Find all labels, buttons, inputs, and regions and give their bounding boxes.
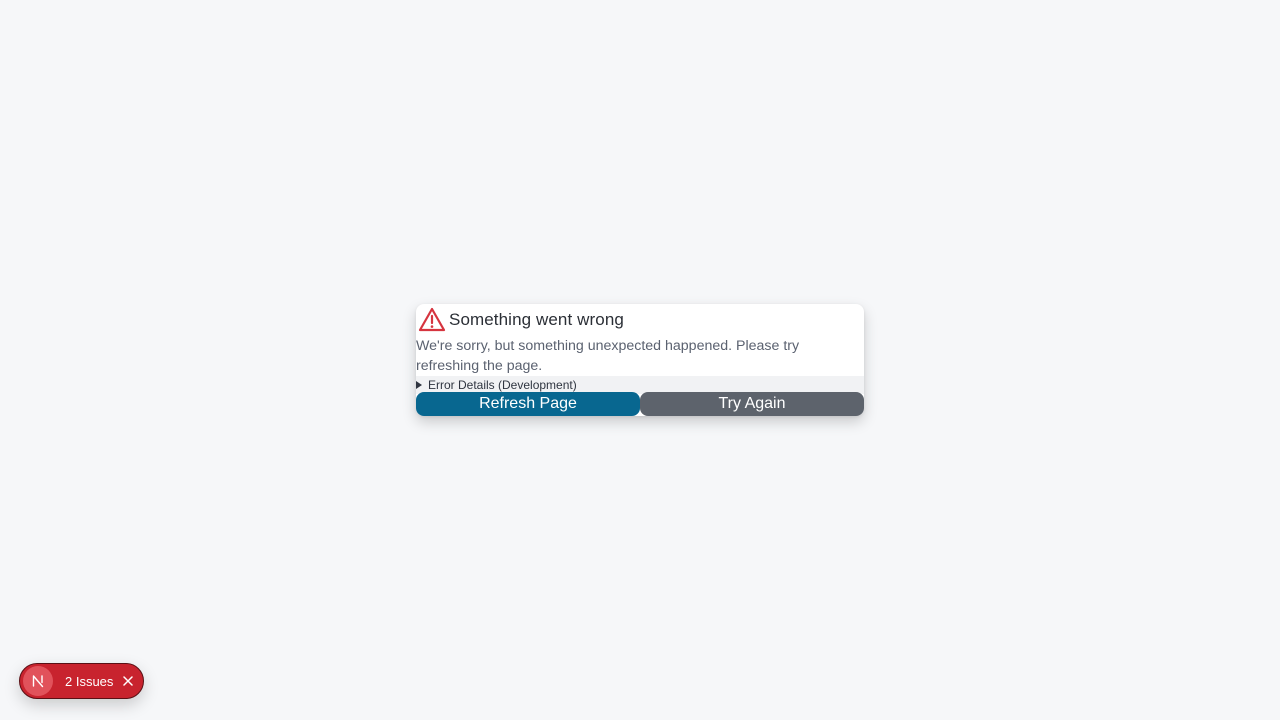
refresh-page-button[interactable]: Refresh Page [416,392,640,416]
issues-count[interactable]: 2 Issues [65,674,113,689]
close-icon[interactable] [121,674,135,688]
error-header: Something went wrong [418,306,624,334]
try-again-button[interactable]: Try Again [640,392,864,416]
nextjs-n-glyph-icon [32,675,44,688]
expand-triangle-icon [416,381,422,389]
error-title: Something went wrong [449,310,624,329]
error-message: We're sorry, but something unexpected ha… [416,338,800,374]
error-details-label: Error Details (Development) [428,378,577,392]
error-card: Something went wrong We're sorry, but so… [416,304,864,416]
warning-triangle-icon [418,307,446,332]
issues-indicator[interactable]: 2 Issues [19,663,144,699]
nextjs-logo-icon[interactable] [23,666,53,696]
